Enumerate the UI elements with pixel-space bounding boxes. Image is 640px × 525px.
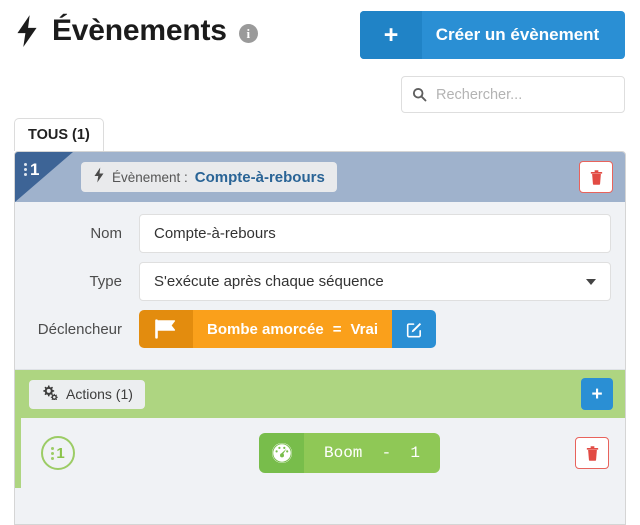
search-input[interactable]: [436, 86, 624, 103]
bolt-icon: [14, 14, 40, 48]
page-header: Évènements i + Créer un évènement: [0, 0, 640, 118]
search-icon: [402, 87, 436, 102]
tab-tous[interactable]: TOUS (1): [14, 118, 104, 151]
delete-event-button[interactable]: [579, 161, 613, 193]
field-label-nom: Nom: [90, 225, 122, 242]
page-title: Évènements: [52, 14, 227, 47]
event-chip-label: Évènement :: [112, 169, 188, 185]
flag-icon: [139, 310, 193, 348]
trigger-condition: Bombe amorcée = Vrai: [193, 310, 393, 348]
bolt-icon: [93, 167, 105, 188]
event-name-chip[interactable]: Évènement : Compte-à-rebours: [81, 162, 337, 192]
event-index: 1: [30, 160, 40, 179]
field-row-type: Type S'exécute après chaque séquence: [29, 262, 611, 301]
actions-chip-label: Actions (1): [66, 386, 133, 402]
cogs-icon: [41, 385, 58, 403]
search-box[interactable]: [401, 76, 625, 113]
event-form: Nom Compte-à-rebours Type S'exécute aprè…: [15, 202, 625, 358]
actions-chip[interactable]: Actions (1): [29, 379, 145, 409]
action-drag-handle[interactable]: 1: [41, 436, 75, 470]
gauge-icon: [259, 433, 304, 473]
event-header-bar: 1 Évènement : Compte-à-rebours: [15, 152, 625, 202]
plus-icon: +: [360, 11, 422, 59]
page-title-group: Évènements i: [14, 14, 258, 48]
drag-dots-icon: [51, 446, 55, 460]
delete-action-button[interactable]: [575, 437, 609, 469]
event-chip-value: Compte-à-rebours: [194, 168, 325, 186]
field-row-declencheur: Déclencheur Bombe amorcée = Vrai: [29, 310, 611, 348]
action-index: 1: [56, 444, 65, 462]
create-event-label: Créer un évènement: [435, 25, 600, 44]
action-row: 1 Boom - 1: [15, 418, 625, 488]
event-panel: 1 Évènement : Compte-à-rebours Nom Compt…: [14, 151, 626, 525]
event-drag-handle[interactable]: 1: [15, 152, 73, 202]
field-label-type: Type: [89, 273, 122, 290]
field-select-type[interactable]: S'exécute après chaque séquence: [139, 262, 611, 301]
tab-strip: TOUS (1): [0, 118, 640, 151]
field-input-nom[interactable]: Compte-à-rebours: [139, 214, 611, 253]
field-select-type-value: S'exécute après chaque séquence: [154, 273, 384, 290]
create-event-button[interactable]: + Créer un évènement: [360, 11, 625, 59]
actions-section: Actions (1) + 1 Boom - 1: [15, 369, 625, 488]
trigger-variable: Bombe amorcée: [207, 320, 324, 338]
trigger-pill[interactable]: Bombe amorcée = Vrai: [139, 310, 437, 348]
edit-icon[interactable]: [392, 310, 437, 348]
action-pill[interactable]: Boom - 1: [259, 433, 441, 473]
info-icon[interactable]: i: [238, 24, 258, 43]
chevron-down-icon: [586, 278, 596, 285]
actions-header-bar: Actions (1) +: [15, 370, 625, 418]
field-row-nom: Nom Compte-à-rebours: [29, 214, 611, 253]
event-panel-area: 1 Évènement : Compte-à-rebours Nom Compt…: [0, 151, 640, 525]
add-action-button[interactable]: +: [581, 378, 613, 410]
action-pill-label: Boom - 1: [304, 433, 441, 473]
field-label-declencheur: Déclencheur: [37, 320, 122, 338]
drag-dots-icon: [24, 163, 27, 176]
trigger-comparison: Vrai: [350, 320, 379, 338]
trigger-operator: =: [332, 320, 342, 338]
